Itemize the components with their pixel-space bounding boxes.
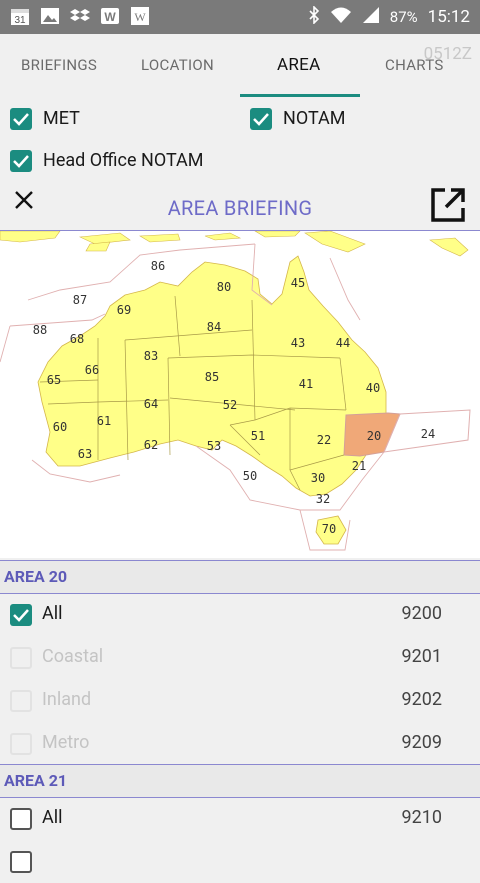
area20-metro-checkbox bbox=[10, 733, 32, 755]
area-label-44[interactable]: 44 bbox=[336, 336, 350, 350]
area20-metro-label: Metro bbox=[42, 732, 90, 753]
head-office-notam-label: Head Office NOTAM bbox=[43, 150, 204, 171]
met-label: MET bbox=[43, 108, 80, 129]
tab-bar: BRIEFINGS LOCATION AREA CHARTS 0512Z bbox=[0, 34, 480, 98]
list-item-next[interactable] bbox=[0, 840, 480, 883]
area-label-43[interactable]: 43 bbox=[291, 336, 305, 350]
area-label-21[interactable]: 21 bbox=[352, 459, 366, 473]
area-map[interactable]: 86 87 88 69 68 65 66 60 61 63 62 64 83 84 85 80 45 43 44 41… bbox=[0, 231, 480, 558]
area-label-70[interactable]: 70 bbox=[322, 522, 336, 536]
signal-icon bbox=[362, 6, 380, 28]
area-label-85[interactable]: 85 bbox=[205, 370, 219, 384]
area21-all-checkbox[interactable] bbox=[10, 808, 32, 830]
calendar-icon: 31 bbox=[10, 6, 30, 26]
page-title: AREA BRIEFING bbox=[167, 196, 313, 220]
check-icon bbox=[13, 113, 29, 126]
area-label-87[interactable]: 87 bbox=[73, 293, 87, 307]
list-item-area20-coastal: Coastal 9201 bbox=[0, 636, 480, 679]
check-icon bbox=[13, 155, 29, 168]
check-icon bbox=[253, 113, 269, 126]
australia-area-map[interactable]: 86 87 88 69 68 65 66 60 61 63 62 64 83 84 85 80 45 43 44 41… bbox=[0, 231, 480, 558]
dropbox-icon bbox=[70, 6, 90, 26]
area-label-53[interactable]: 53 bbox=[207, 439, 221, 453]
notam-checkbox[interactable] bbox=[250, 108, 272, 130]
area20-inland-code: 9202 bbox=[401, 689, 442, 710]
open-external-icon[interactable] bbox=[430, 187, 466, 223]
area-label-50[interactable]: 50 bbox=[243, 469, 257, 483]
area-label-40[interactable]: 40 bbox=[366, 381, 380, 395]
bluetooth-icon bbox=[308, 5, 320, 28]
area-21-title: AREA 21 bbox=[4, 771, 68, 790]
svg-text:W: W bbox=[104, 10, 116, 24]
area20-coastal-code: 9201 bbox=[401, 646, 442, 667]
tab-area[interactable]: AREA bbox=[277, 55, 321, 75]
area20-coastal-checkbox bbox=[10, 647, 32, 669]
area-label-41[interactable]: 41 bbox=[299, 377, 313, 391]
zulu-time: 0512Z bbox=[423, 44, 472, 64]
briefing-toolbar: AREA BRIEFING bbox=[0, 182, 480, 231]
tab-location[interactable]: LOCATION bbox=[141, 56, 214, 74]
next-checkbox[interactable] bbox=[10, 851, 32, 873]
area-label-24[interactable]: 24 bbox=[421, 427, 435, 441]
area21-all-code: 9210 bbox=[401, 807, 442, 828]
area-label-63[interactable]: 63 bbox=[78, 447, 92, 461]
met-checkbox[interactable] bbox=[10, 108, 32, 130]
area20-metro-code: 9209 bbox=[401, 732, 442, 753]
wifi-icon bbox=[330, 6, 352, 28]
area-label-83[interactable]: 83 bbox=[144, 349, 158, 363]
area-label-84[interactable]: 84 bbox=[207, 320, 221, 334]
head-office-notam-checkbox[interactable] bbox=[10, 150, 32, 172]
wikipedia-icon: W bbox=[130, 6, 150, 26]
area20-all-label: All bbox=[42, 603, 63, 624]
area-21-header: AREA 21 bbox=[0, 764, 480, 798]
area-label-30[interactable]: 30 bbox=[311, 471, 325, 485]
area-label-69[interactable]: 69 bbox=[117, 303, 131, 317]
area-label-60[interactable]: 60 bbox=[53, 420, 67, 434]
area-label-65[interactable]: 65 bbox=[47, 373, 61, 387]
area-label-80[interactable]: 80 bbox=[217, 280, 231, 294]
area20-inland-label: Inland bbox=[42, 689, 92, 710]
battery-percent: 87% bbox=[389, 8, 418, 26]
list-item-area21-all[interactable]: All 9210 bbox=[0, 797, 480, 840]
list-item-area20-inland: Inland 9202 bbox=[0, 679, 480, 722]
svg-text:31: 31 bbox=[14, 15, 26, 26]
area-label-64[interactable]: 64 bbox=[144, 397, 158, 411]
area21-all-label: All bbox=[42, 807, 63, 828]
area-label-68[interactable]: 68 bbox=[70, 332, 84, 346]
area-label-45[interactable]: 45 bbox=[291, 276, 305, 290]
active-tab-indicator bbox=[240, 94, 360, 97]
area-label-62[interactable]: 62 bbox=[144, 438, 158, 452]
area20-inland-checkbox bbox=[10, 690, 32, 712]
area-label-20[interactable]: 20 bbox=[367, 429, 381, 443]
clock: 15:12 bbox=[427, 7, 470, 27]
tab-briefings[interactable]: BRIEFINGS bbox=[21, 56, 97, 74]
area20-all-checkbox[interactable] bbox=[10, 604, 32, 626]
word-icon: W bbox=[100, 6, 120, 26]
area-label-61[interactable]: 61 bbox=[97, 414, 111, 428]
area-label-51[interactable]: 51 bbox=[251, 429, 265, 443]
check-icon bbox=[13, 609, 29, 622]
status-bar: 31 W W 87% 15:12 bbox=[0, 0, 480, 34]
area20-all-code: 9200 bbox=[401, 603, 442, 624]
area-label-22[interactable]: 22 bbox=[317, 433, 331, 447]
area-label-88[interactable]: 88 bbox=[33, 323, 47, 337]
list-item-area20-metro: Metro 9209 bbox=[0, 722, 480, 765]
area-20-title: AREA 20 bbox=[4, 567, 68, 586]
area-20-header: AREA 20 bbox=[0, 560, 480, 594]
gallery-icon bbox=[40, 6, 60, 26]
notam-label: NOTAM bbox=[283, 108, 346, 129]
area-label-32[interactable]: 32 bbox=[316, 492, 330, 506]
area-label-66[interactable]: 66 bbox=[85, 363, 99, 377]
area-label-86[interactable]: 86 bbox=[151, 259, 165, 273]
area20-coastal-label: Coastal bbox=[42, 646, 104, 667]
svg-text:W: W bbox=[134, 10, 146, 24]
list-item-area20-all[interactable]: All 9200 bbox=[0, 593, 480, 636]
area-label-52[interactable]: 52 bbox=[223, 398, 237, 412]
